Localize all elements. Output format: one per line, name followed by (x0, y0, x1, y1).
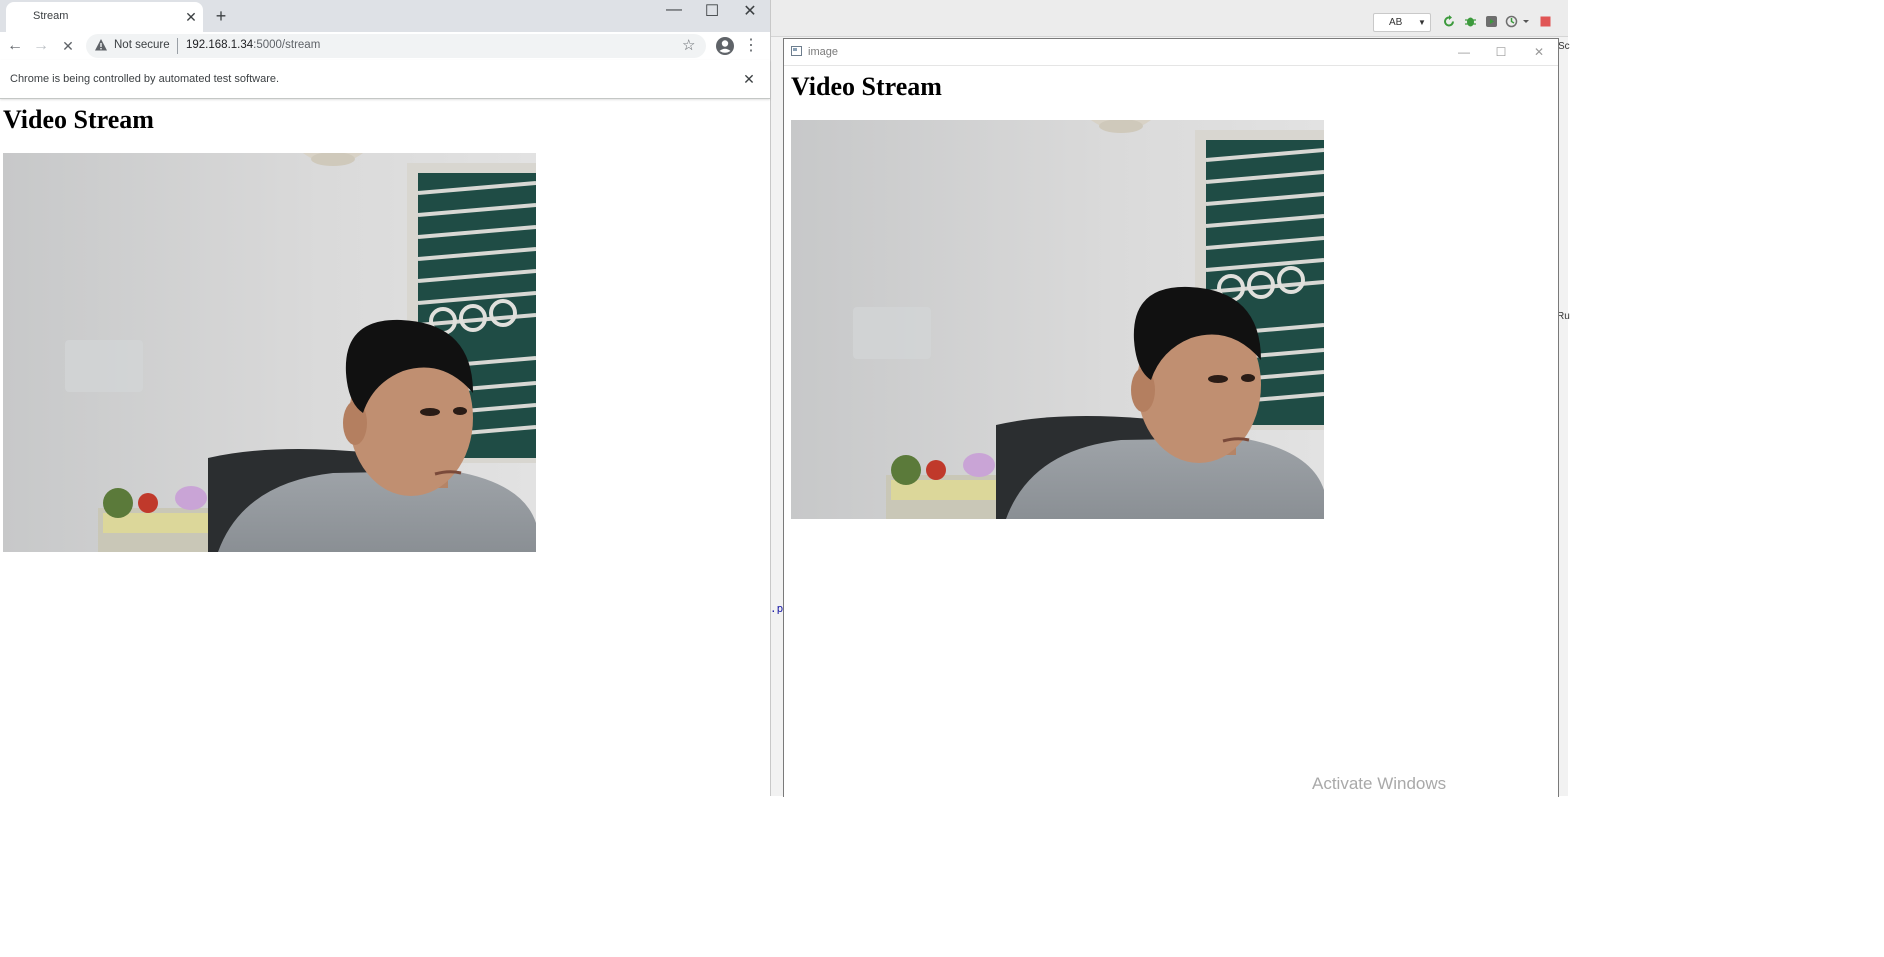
ide-toolbar: AB ▼ (770, 0, 1568, 37)
menu-icon[interactable]: ⋮ (743, 36, 759, 56)
image-window-heading: Video Stream (791, 72, 942, 101)
image-window-title: image (808, 46, 838, 58)
infobar-close-icon[interactable]: ✕ (741, 71, 757, 87)
image-maximize-button[interactable]: ☐ (1486, 43, 1516, 61)
address-bar[interactable]: Not secure 192.168.1.34:5000/stream ☆ (86, 34, 706, 58)
url-host: 192.168.1.34 (186, 39, 254, 51)
tab-close-icon[interactable]: ✕ (183, 9, 199, 25)
image-window-video-frame (791, 120, 1324, 519)
forward-button[interactable]: → (31, 36, 51, 56)
image-window-icon (791, 46, 802, 56)
star-icon[interactable]: ☆ (682, 36, 695, 54)
ide-rerun-icon[interactable] (1443, 15, 1456, 28)
image-window-titlebar[interactable]: image — ☐ ✕ (784, 39, 1558, 66)
chevron-down-icon: ▼ (1418, 18, 1426, 27)
browser-toolbar: ← → ✕ Not secure 192.168.1.34:5000/strea… (0, 32, 770, 60)
security-status-label[interactable]: Not secure (114, 39, 170, 51)
tab-strip: Stream ✕ + — ☐ ✕ (0, 0, 770, 32)
url-text[interactable]: 192.168.1.34:5000/stream (186, 39, 320, 51)
url-path: :5000/stream (253, 39, 321, 51)
run-configuration-label: AB (1389, 17, 1403, 28)
back-button[interactable]: ← (5, 36, 25, 56)
infobar-message: Chrome is being controlled by automated … (10, 73, 280, 85)
tab-stream[interactable]: Stream ✕ (6, 2, 203, 32)
new-tab-button[interactable]: + (211, 6, 231, 26)
image-minimize-button[interactable]: — (1449, 43, 1479, 61)
automation-infobar: Chrome is being controlled by automated … (0, 60, 770, 99)
ide-coverage-icon[interactable] (1485, 15, 1498, 28)
video-stream-frame (3, 153, 536, 552)
chevron-down-icon[interactable] (1522, 15, 1530, 28)
activate-windows-watermark: Activate Windows (1312, 774, 1447, 793)
omnibox-separator (177, 38, 178, 54)
chrome-browser-window: Stream ✕ + — ☐ ✕ ← → ✕ Not secure 192.16… (0, 0, 771, 796)
maximize-button[interactable]: ☐ (693, 1, 731, 20)
minimize-button[interactable]: — (655, 1, 693, 18)
ide-code-fragment: .p (770, 602, 784, 615)
ide-side-label-top: Sc (1558, 41, 1570, 52)
ide-profile-icon[interactable] (1505, 15, 1518, 28)
warning-icon[interactable] (94, 38, 108, 52)
page-title: Video Stream (3, 105, 154, 134)
ide-stop-icon[interactable] (1539, 15, 1552, 28)
profile-icon[interactable] (715, 36, 735, 56)
stop-loading-button[interactable]: ✕ (58, 36, 78, 56)
image-close-button[interactable]: ✕ (1524, 43, 1554, 61)
tab-title: Stream (33, 10, 69, 22)
run-configuration-select[interactable]: AB ▼ (1373, 13, 1431, 32)
ide-debug-icon[interactable] (1464, 15, 1477, 28)
close-window-button[interactable]: ✕ (731, 1, 769, 20)
